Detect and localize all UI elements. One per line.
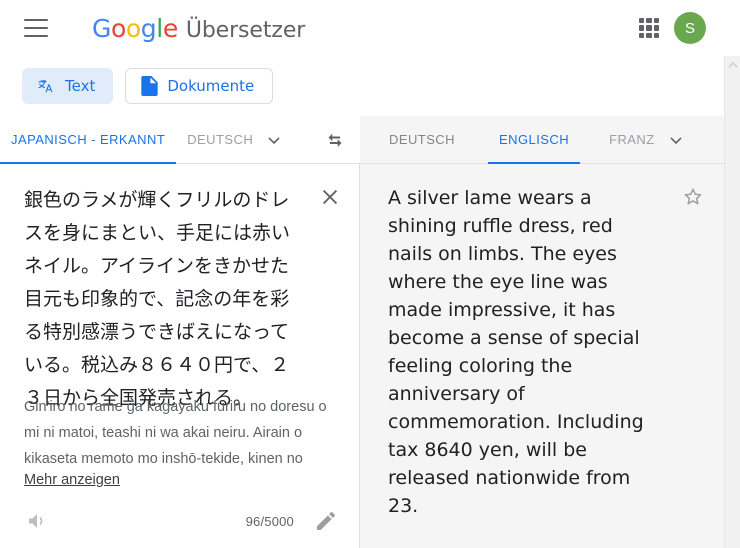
target-lang-tab-deutsch-label: DEUTSCH — [389, 132, 455, 147]
google-wordmark: Google — [92, 14, 178, 43]
logo-letter-e: e — [162, 13, 178, 43]
source-lang-tab-deutsch[interactable]: DEUTSCH — [176, 116, 264, 164]
document-icon — [141, 76, 159, 96]
scrollbar-top-gap — [724, 0, 740, 56]
close-icon[interactable] — [319, 186, 341, 208]
page-scrollbar[interactable] — [724, 56, 740, 548]
google-translate-page: Google Übersetzer S Text Dokumente JAPAN… — [0, 0, 740, 548]
source-language-bar: JAPANISCH - ERKANNT DEUTSCH — [0, 116, 360, 165]
speaker-icon[interactable] — [26, 509, 50, 533]
logo-letter-o1: o — [110, 13, 126, 43]
target-lang-tab-franzoesisch-label: FRANZ — [609, 132, 655, 147]
chevron-down-icon[interactable] — [666, 130, 686, 150]
tab-text[interactable]: Text — [22, 68, 114, 104]
source-panel: 銀色のラメが輝くフリルのドレスを身にまとい、手足には赤いネイル。アイラインをきか… — [0, 164, 360, 548]
logo-letter-g2: g — [140, 13, 157, 43]
chevron-up-icon[interactable] — [725, 58, 740, 72]
source-lang-tab-detected-label: JAPANISCH - ERKANNT — [11, 132, 166, 147]
source-romanization: Gin'iro no rame ga kagayaku furiru no do… — [24, 399, 327, 467]
target-lang-tab-deutsch[interactable]: DEUTSCH — [378, 116, 466, 164]
logo-letter-o2: o — [125, 13, 141, 43]
target-panel: A silver lame wears a shining ruffle dre… — [360, 164, 724, 548]
source-footer: 96/5000 — [0, 494, 360, 548]
brand-logo[interactable]: Google Übersetzer — [92, 14, 305, 43]
pencil-icon[interactable] — [314, 509, 338, 533]
hamburger-menu-icon[interactable] — [24, 19, 48, 37]
character-counter: 96/5000 — [245, 513, 294, 529]
tab-dokumente-label: Dokumente — [167, 77, 255, 95]
avatar[interactable]: S — [674, 12, 706, 44]
star-outline-icon[interactable] — [682, 186, 704, 208]
translate-icon — [38, 79, 53, 92]
hamburger-line — [24, 35, 48, 37]
apps-grid-icon[interactable] — [638, 17, 660, 39]
header-actions: S — [638, 12, 706, 44]
tab-text-label: Text — [65, 77, 96, 95]
swap-languages-icon[interactable] — [322, 127, 348, 153]
target-lang-tab-franzoesisch[interactable]: FRANZ — [598, 116, 666, 164]
app-header: Google Übersetzer S — [0, 0, 724, 56]
target-lang-tab-englisch-label: ENGLISCH — [499, 132, 570, 147]
source-text[interactable]: 銀色のラメが輝くフリルのドレスを身にまとい、手足には赤いネイル。アイラインをきか… — [24, 184, 306, 415]
show-more-link[interactable]: Mehr anzeigen — [24, 472, 120, 488]
translated-text: A silver lame wears a shining ruffle dre… — [388, 187, 644, 517]
source-lang-tab-deutsch-label: DEUTSCH — [187, 132, 254, 147]
product-name: Übersetzer — [185, 17, 306, 43]
hamburger-line — [24, 27, 48, 29]
mode-tab-bar: Text Dokumente — [0, 56, 724, 116]
target-language-bar: DEUTSCH ENGLISCH FRANZ — [360, 116, 724, 165]
hamburger-line — [24, 19, 48, 21]
logo-letter-g1: G — [92, 13, 111, 43]
source-lang-tab-detected[interactable]: JAPANISCH - ERKANNT — [0, 116, 177, 165]
tab-dokumente[interactable]: Dokumente — [125, 68, 274, 104]
target-lang-tab-englisch[interactable]: ENGLISCH — [488, 116, 581, 165]
chevron-down-icon[interactable] — [264, 130, 284, 150]
